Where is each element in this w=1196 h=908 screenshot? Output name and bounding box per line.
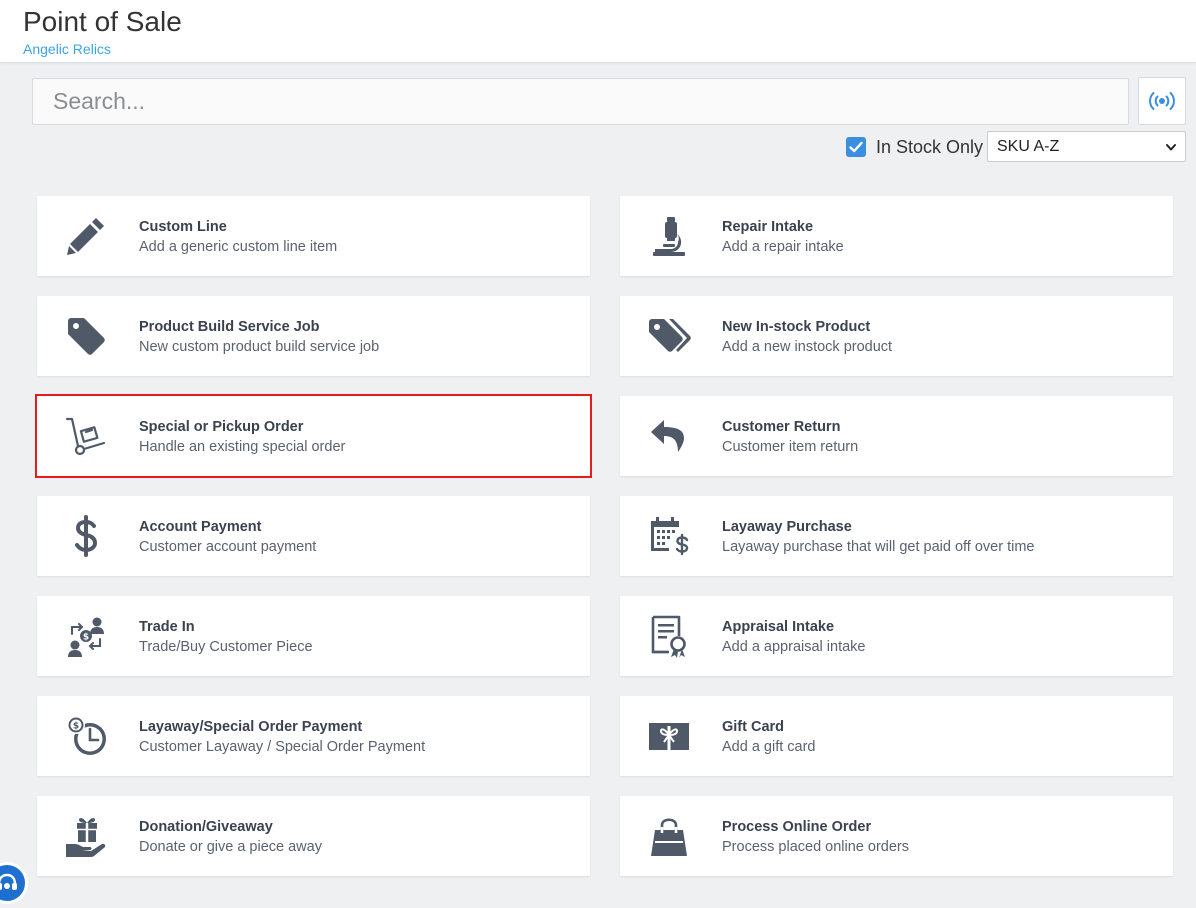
action-desc: Add a appraisal intake [722,639,866,655]
action-title: Gift Card [722,719,785,735]
action-title: Layaway/Special Order Payment [139,719,363,735]
scan-button[interactable] [1138,77,1186,125]
action-title: Appraisal Intake [722,619,835,635]
action-title: Donation/Giveaway [139,819,273,835]
action-title: Custom Line [139,219,227,235]
action-title: New In-stock Product [722,319,871,335]
action-desc: Trade/Buy Customer Piece [139,639,313,655]
shopping-bag-icon [644,811,694,861]
action-title: Repair Intake [722,219,814,235]
svg-text:$: $ [83,633,89,643]
action-desc: Donate or give a piece away [139,839,322,855]
action-card-process-online-order[interactable]: Process Online Order Process placed onli… [620,796,1173,876]
dolly-icon [61,411,111,461]
action-card-customer-return[interactable]: Customer Return Customer item return [620,396,1173,476]
action-desc: Handle an existing special order [139,439,346,455]
gift-card-icon [644,711,694,761]
action-card-product-build[interactable]: Product Build Service Job New custom pro… [37,296,590,376]
action-title: Trade In [139,619,195,635]
action-desc: Add a repair intake [722,239,844,255]
action-card-donation-giveaway[interactable]: Donation/Giveaway Donate or give a piece… [37,796,590,876]
action-desc: New custom product build service job [139,339,380,355]
clock-dollar-icon: $ [61,711,111,761]
action-title: Process Online Order [722,819,872,835]
action-card-special-pickup-order[interactable]: Special or Pickup Order Handle an existi… [35,394,592,478]
action-desc: Add a gift card [722,739,816,755]
reply-icon [644,411,694,461]
action-title: Special or Pickup Order [139,419,304,435]
action-title: Customer Return [722,419,841,435]
action-card-custom-line[interactable]: Custom Line Add a generic custom line it… [37,196,590,276]
sort-select[interactable]: SKU A-Z [987,131,1186,162]
tags-icon [644,311,694,361]
action-desc: Add a generic custom line item [139,239,338,255]
pencil-icon [61,211,111,261]
dollar-icon [61,511,111,561]
action-card-trade-in[interactable]: $ Trade In Trade/Buy Customer Piece [37,596,590,676]
calendar-dollar-icon [644,511,694,561]
checkmark-icon [849,141,863,153]
broadcast-icon [1149,92,1175,110]
action-title: Account Payment [139,519,262,535]
hand-gift-icon [61,811,111,861]
support-chat-button[interactable] [0,862,28,904]
action-card-account-payment[interactable]: Account Payment Customer account payment [37,496,590,576]
action-desc: Process placed online orders [722,839,909,855]
certificate-icon [644,611,694,661]
action-card-new-instock-product[interactable]: New In-stock Product Add a new instock p… [620,296,1173,376]
store-name: Angelic Relics [23,41,111,57]
sort-select-value: SKU A-Z [997,137,1060,155]
support-icon [0,873,17,890]
microscope-icon [644,211,694,261]
action-desc: Add a new instock product [722,339,893,355]
chevron-down-icon [1166,144,1176,151]
action-title: Product Build Service Job [139,319,320,335]
action-desc: Layaway purchase that will get paid off … [722,539,1035,555]
action-desc: Customer item return [722,439,859,455]
trade-exchange-icon: $ [61,611,111,661]
page-header: Point of Sale Angelic Relics [0,0,1196,63]
search-input[interactable] [33,79,1128,124]
search-box[interactable] [32,78,1129,125]
action-card-repair-intake[interactable]: Repair Intake Add a repair intake [620,196,1173,276]
in-stock-only-label[interactable]: In Stock Only [876,137,983,158]
action-card-layaway-special-payment[interactable]: $ Layaway/Special Order Payment Customer… [37,696,590,776]
action-card-appraisal-intake[interactable]: Appraisal Intake Add a appraisal intake [620,596,1173,676]
action-desc: Customer account payment [139,539,317,555]
action-title: Layaway Purchase [722,519,852,535]
tag-icon [61,311,111,361]
in-stock-only-checkbox[interactable] [846,137,866,157]
action-card-gift-card[interactable]: Gift Card Add a gift card [620,696,1173,776]
page-title: Point of Sale [23,6,182,37]
svg-text:$: $ [73,722,79,732]
action-desc: Customer Layaway / Special Order Payment [139,739,426,755]
action-card-layaway-purchase[interactable]: Layaway Purchase Layaway purchase that w… [620,496,1173,576]
